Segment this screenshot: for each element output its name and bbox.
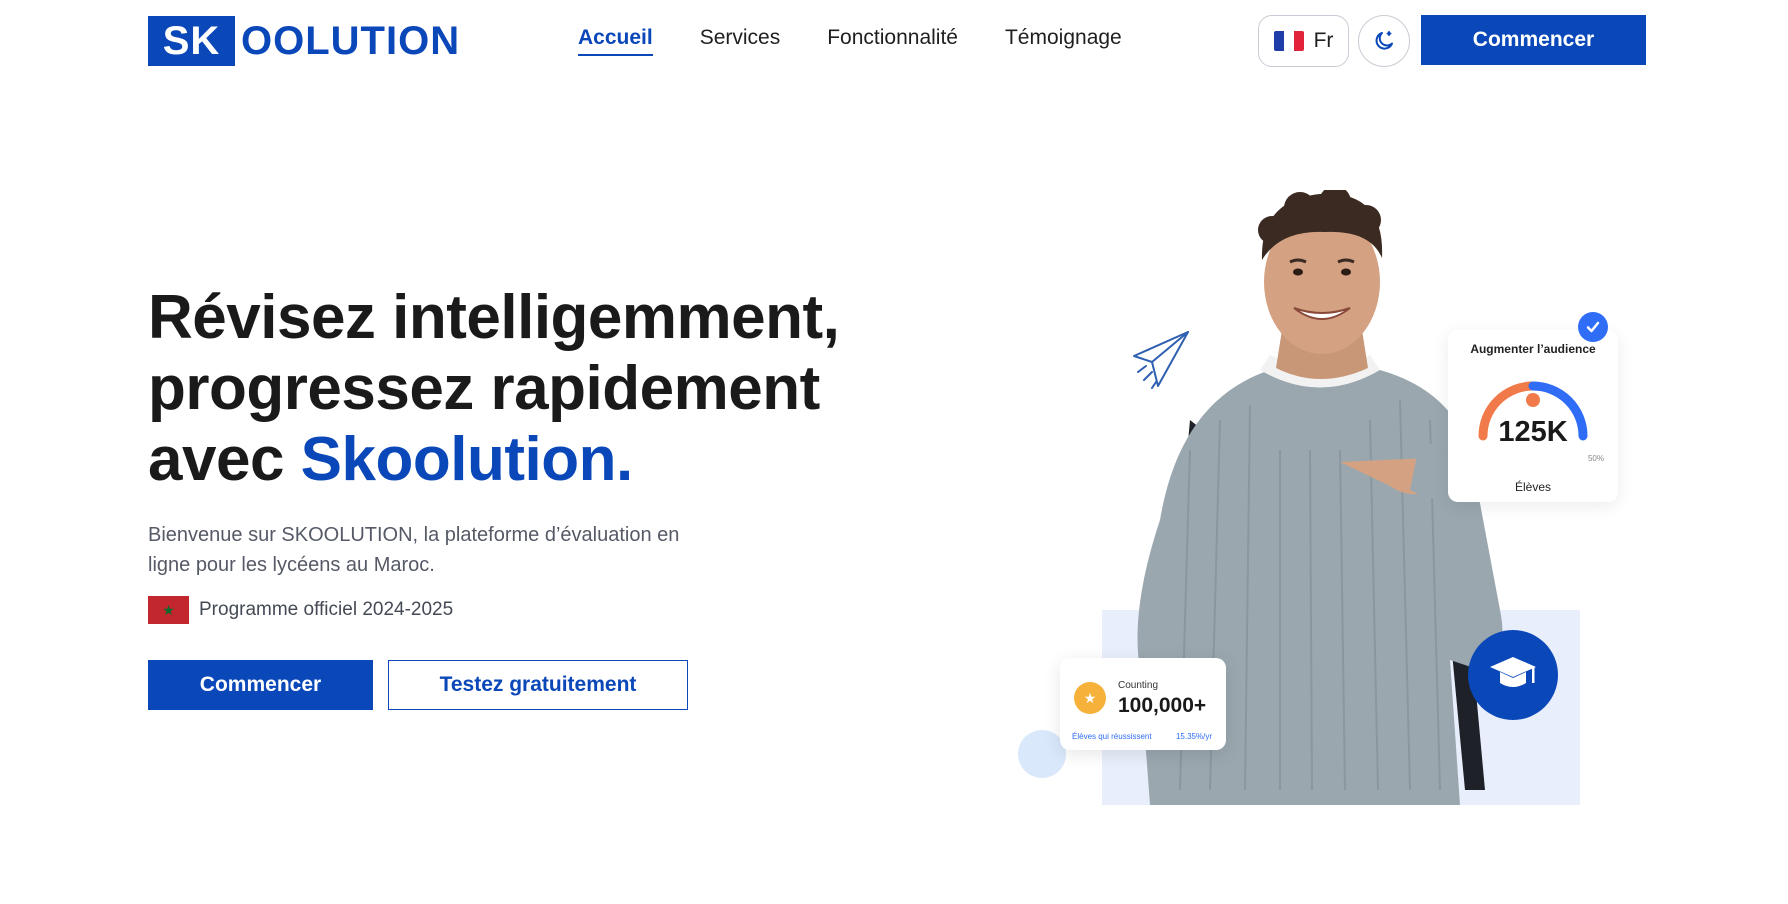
audience-percent: 50% bbox=[1587, 454, 1604, 463]
count-caption: Counting bbox=[1118, 680, 1159, 691]
hero-title: Révisez intelligemment, progressez rapid… bbox=[148, 282, 868, 495]
paper-plane-icon bbox=[1133, 331, 1189, 389]
audience-card: Augmenter l’audience 125K 50% Élèves bbox=[1448, 330, 1618, 502]
audience-value: 125K bbox=[1498, 416, 1568, 448]
count-value: 100,000+ bbox=[1118, 694, 1207, 717]
count-footer-right: 15.35%/yr bbox=[1175, 732, 1212, 741]
language-label: Fr bbox=[1313, 29, 1334, 52]
logo-mark: SK bbox=[148, 16, 235, 66]
count-card: ★ Counting 100,000+ Élèves qui réussisse… bbox=[1060, 658, 1226, 750]
france-flag-icon bbox=[1273, 31, 1304, 51]
program-label: Programme officiel 2024-2025 bbox=[199, 599, 454, 620]
audience-card-title: Augmenter l’audience bbox=[1470, 342, 1596, 356]
hero-title-line3: avec bbox=[148, 425, 301, 494]
logo-wordmark: OOLUTION bbox=[241, 18, 461, 63]
check-icon bbox=[1578, 312, 1608, 342]
logo[interactable]: SK OOLUTION bbox=[148, 16, 460, 66]
nav-temoignage[interactable]: Témoignage bbox=[1005, 26, 1122, 56]
header-start-button[interactable]: Commencer bbox=[1421, 15, 1646, 65]
count-footer-left: Élèves qui réussissent bbox=[1072, 732, 1152, 741]
hero-subtitle: Bienvenue sur SKOOLUTION, la plateforme … bbox=[148, 524, 680, 576]
graduation-cap-icon bbox=[1468, 630, 1558, 720]
medal-icon: ★ bbox=[1074, 682, 1106, 714]
nav-fonctionnalite[interactable]: Fonctionnalité bbox=[827, 26, 958, 56]
hero-title-brand: Skoolution. bbox=[300, 425, 634, 494]
hero-start-button[interactable]: Commencer bbox=[148, 660, 373, 710]
audience-label: Élèves bbox=[1514, 480, 1552, 494]
morocco-flag-icon: ★ bbox=[148, 596, 189, 624]
main-nav: Accueil Services Fonctionnalité Témoigna… bbox=[578, 26, 1122, 56]
nav-accueil[interactable]: Accueil bbox=[578, 26, 653, 56]
hero-title-line1: Révisez intelligemment, bbox=[148, 283, 840, 352]
language-switcher[interactable]: Fr bbox=[1258, 15, 1349, 67]
nav-services[interactable]: Services bbox=[700, 26, 781, 56]
program-badge: ★ Programme officiel 2024-2025 bbox=[148, 596, 453, 624]
decorative-bubble bbox=[1018, 730, 1066, 778]
moon-icon bbox=[1375, 31, 1393, 50]
theme-toggle-button[interactable] bbox=[1358, 15, 1410, 67]
hero-title-line2: progressez rapidement bbox=[148, 354, 820, 423]
site-header: SK OOLUTION Accueil Services Fonctionnal… bbox=[0, 0, 1788, 82]
free-trial-button[interactable]: Testez gratuitement bbox=[388, 660, 688, 710]
hero-illustration: Augmenter l’audience 125K 50% Élèves ★ C… bbox=[1010, 190, 1650, 810]
